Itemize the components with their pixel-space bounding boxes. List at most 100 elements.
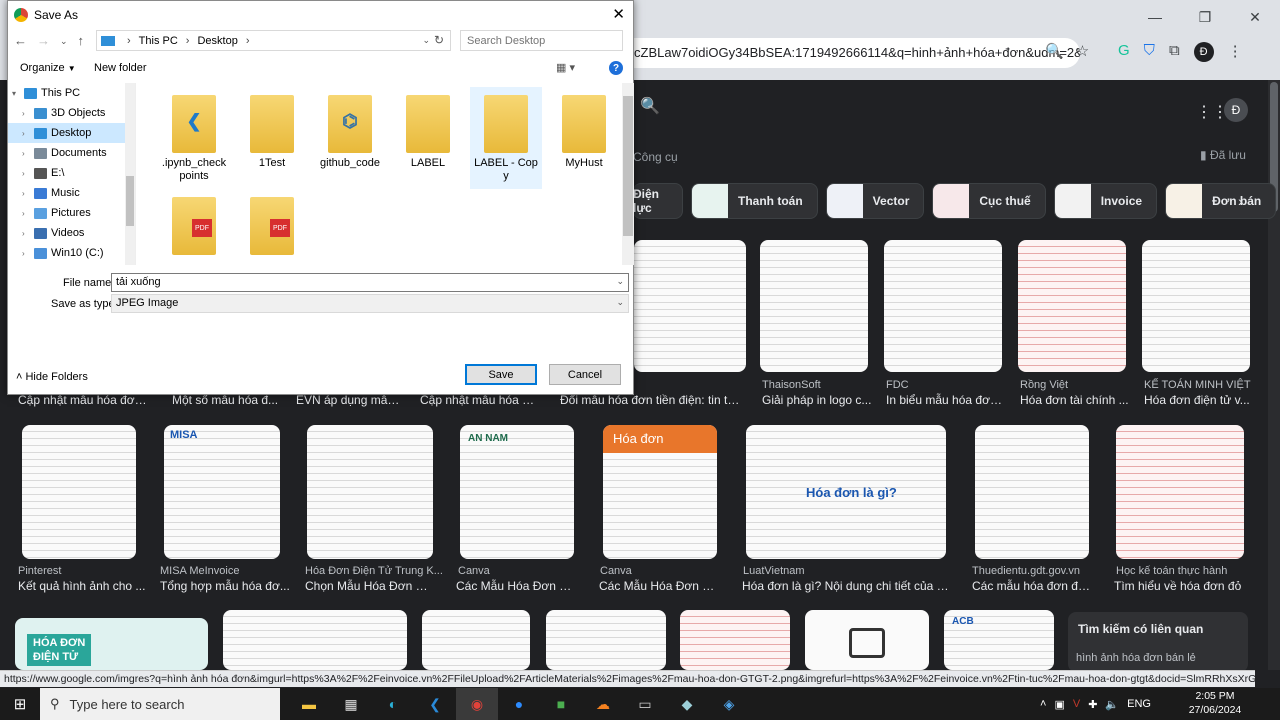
breadcrumb[interactable]: › This PC › Desktop › ⌄	[96, 30, 451, 51]
refresh-icon[interactable]: ↻	[434, 33, 444, 47]
cloud-icon[interactable]: ☁	[582, 688, 624, 720]
restore-icon[interactable]: ❐	[1180, 0, 1230, 34]
result-title[interactable]: Kết quả hình ảnh cho ...	[18, 579, 148, 593]
app-icon[interactable]: ◆	[666, 688, 708, 720]
folder-item[interactable]: ❮ .ipynb_checkpoints	[158, 87, 230, 189]
tree-item[interactable]: › Pictures	[8, 203, 135, 223]
chip[interactable]: Điện lực	[633, 183, 683, 219]
tree-item[interactable]: › Videos	[8, 223, 135, 243]
file-explorer-icon[interactable]: ▬	[288, 688, 330, 720]
image-result-thumb[interactable]	[1116, 425, 1244, 559]
type-select[interactable]: JPEG Image ⌄	[111, 294, 629, 313]
result-title[interactable]: EVN áp dụng mẫu ...	[296, 393, 406, 407]
filename-input[interactable]: tải xuống ⌄	[111, 273, 629, 292]
image-result-thumb[interactable]	[1142, 240, 1250, 372]
image-result-thumb[interactable]: HÓA ĐƠN ĐIỆN TỬ	[15, 618, 208, 670]
image-result-thumb[interactable]	[546, 610, 666, 670]
back-arrow-icon[interactable]: ←	[14, 33, 27, 49]
kebab-menu-icon[interactable]: ⋮	[1228, 42, 1243, 62]
zoom-icon[interactable]: ●	[498, 688, 540, 720]
speaker-icon[interactable]: 🔈	[1105, 698, 1119, 711]
forward-arrow-icon[interactable]: →	[37, 33, 50, 49]
nav-scrollbar[interactable]	[125, 83, 135, 265]
file-list-scrollbar-thumb[interactable]	[623, 96, 633, 236]
result-title[interactable]: Các mẫu hóa đơn điện...	[972, 579, 1092, 593]
image-result-thumb[interactable]	[760, 240, 868, 372]
breadcrumb-item[interactable]: This PC	[139, 35, 178, 47]
chip[interactable]: Cục thuế	[932, 183, 1046, 219]
folder-item[interactable]: LABEL	[392, 87, 464, 189]
result-title[interactable]: Các Mẫu Hóa Đơn Ch...	[599, 579, 719, 593]
chevron-down-icon[interactable]: ⌄	[616, 297, 624, 308]
app-icon[interactable]: ▦	[330, 688, 372, 720]
up-arrow-icon[interactable]: ↑	[78, 33, 85, 49]
chip[interactable]: Invoice	[1053, 183, 1158, 219]
close-icon[interactable]: ✕	[612, 5, 625, 23]
image-result-thumb[interactable]	[22, 425, 136, 559]
address-bar[interactable]: cZBLaw7oidiOGy34BbSEA:1719492666114&q=hi…	[620, 38, 1080, 68]
taskbar-search[interactable]: ⚲ Type here to search	[40, 688, 280, 720]
google-avatar[interactable]: Đ	[1224, 98, 1248, 122]
tray-chevron-icon[interactable]: ˄	[1040, 698, 1046, 710]
result-title[interactable]: Cập nhật mẫu hóa đơn ...	[18, 393, 148, 407]
view-options-icon[interactable]: ▦ ▾	[556, 61, 575, 74]
chip[interactable]: Đơn bán	[1165, 183, 1277, 219]
image-result-thumb[interactable]: Hóa đơn là gì?	[746, 425, 946, 559]
tray-app-icon[interactable]: ▣	[1054, 698, 1064, 711]
image-result-thumb[interactable]	[223, 610, 407, 670]
tree-item[interactable]: › Desktop	[8, 123, 135, 143]
chrome-icon[interactable]: ◉	[456, 688, 498, 720]
result-title[interactable]: Các Mẫu Hóa Đơn Ch...	[456, 579, 576, 593]
tray-app-icon[interactable]: ✚	[1088, 698, 1097, 711]
chip[interactable]: Vector	[825, 183, 925, 219]
image-result-thumb[interactable]: Hóa đơn	[603, 425, 717, 559]
search-input[interactable]	[460, 30, 623, 51]
close-window-icon[interactable]: ✕	[1230, 0, 1280, 34]
windows-start-icon[interactable]: ⊞	[0, 688, 40, 720]
image-result-thumb[interactable]	[307, 425, 433, 559]
chip[interactable]: Thanh toán	[691, 183, 818, 219]
tree-item[interactable]: ▾ This PC	[8, 83, 135, 103]
organize-button[interactable]: Organize ▼	[20, 62, 76, 74]
result-title[interactable]: Hóa đơn điện tử v...	[1144, 393, 1254, 407]
result-title[interactable]: Cập nhật mẫu hóa đơn...	[420, 393, 540, 407]
saved-button[interactable]: ▮ Đã lưu	[1200, 148, 1246, 162]
tree-item[interactable]: › E:\	[8, 163, 135, 183]
minimize-icon[interactable]: —	[1130, 0, 1180, 34]
bookmark-star-icon[interactable]: ☆	[1076, 42, 1089, 60]
image-result-thumb[interactable]	[805, 610, 929, 670]
image-result-thumb[interactable]: ACB	[944, 610, 1054, 670]
image-result-thumb[interactable]	[1018, 240, 1126, 372]
cancel-button[interactable]: Cancel	[549, 364, 621, 385]
language-indicator[interactable]: ENG	[1127, 698, 1151, 710]
image-result-thumb[interactable]	[422, 610, 530, 670]
vscode-icon[interactable]: ❮	[414, 688, 456, 720]
shield-icon[interactable]: ⛉	[1144, 42, 1155, 62]
zoom-icon[interactable]: 🔍	[1045, 42, 1064, 60]
nav-scrollbar-thumb[interactable]	[126, 176, 134, 226]
profile-avatar[interactable]: Đ	[1193, 42, 1214, 62]
folder-item[interactable]: PDF	[236, 189, 308, 265]
taskbar-clock[interactable]: 2:05 PM 27/06/2024	[1180, 689, 1250, 717]
extensions-puzzle-icon[interactable]: ⧉	[1169, 42, 1180, 62]
search-icon[interactable]: 🔍	[640, 96, 676, 124]
image-result-thumb[interactable]	[884, 240, 1002, 372]
result-title[interactable]: Hóa đơn là gì? Nội dung chi tiết của hóa…	[742, 579, 952, 593]
hide-folders-button[interactable]: ˄ Hide Folders	[16, 371, 88, 383]
folder-item[interactable]: MyHust	[548, 87, 620, 189]
app-icon[interactable]: ◈	[708, 688, 750, 720]
image-result-thumb[interactable]	[680, 610, 790, 670]
tree-item[interactable]: › 3D Objects	[8, 103, 135, 123]
image-result-thumb[interactable]	[634, 240, 746, 372]
related-search-item[interactable]: hình ảnh hóa đơn bán lẻ	[1076, 652, 1246, 670]
result-title[interactable]: Chọn Mẫu Hóa Đơn Điệ...	[305, 579, 435, 593]
chevron-down-icon[interactable]: ⌄	[616, 276, 624, 287]
edge-icon[interactable]: ◐	[372, 688, 414, 720]
result-title[interactable]: Tổng hợp mẫu hóa đơ...	[160, 579, 290, 593]
result-title[interactable]: Một số mẫu hóa đ...	[172, 393, 282, 407]
folder-item[interactable]: PDF	[158, 189, 230, 265]
folder-item[interactable]: ⌬ github_code	[314, 87, 386, 189]
chevron-down-icon[interactable]: ⌄	[60, 33, 68, 49]
result-title[interactable]: Giải pháp in logo c...	[762, 393, 872, 407]
result-title[interactable]: Đổi mẫu hóa đơn tiền điện: tin tức, ...	[560, 393, 746, 407]
